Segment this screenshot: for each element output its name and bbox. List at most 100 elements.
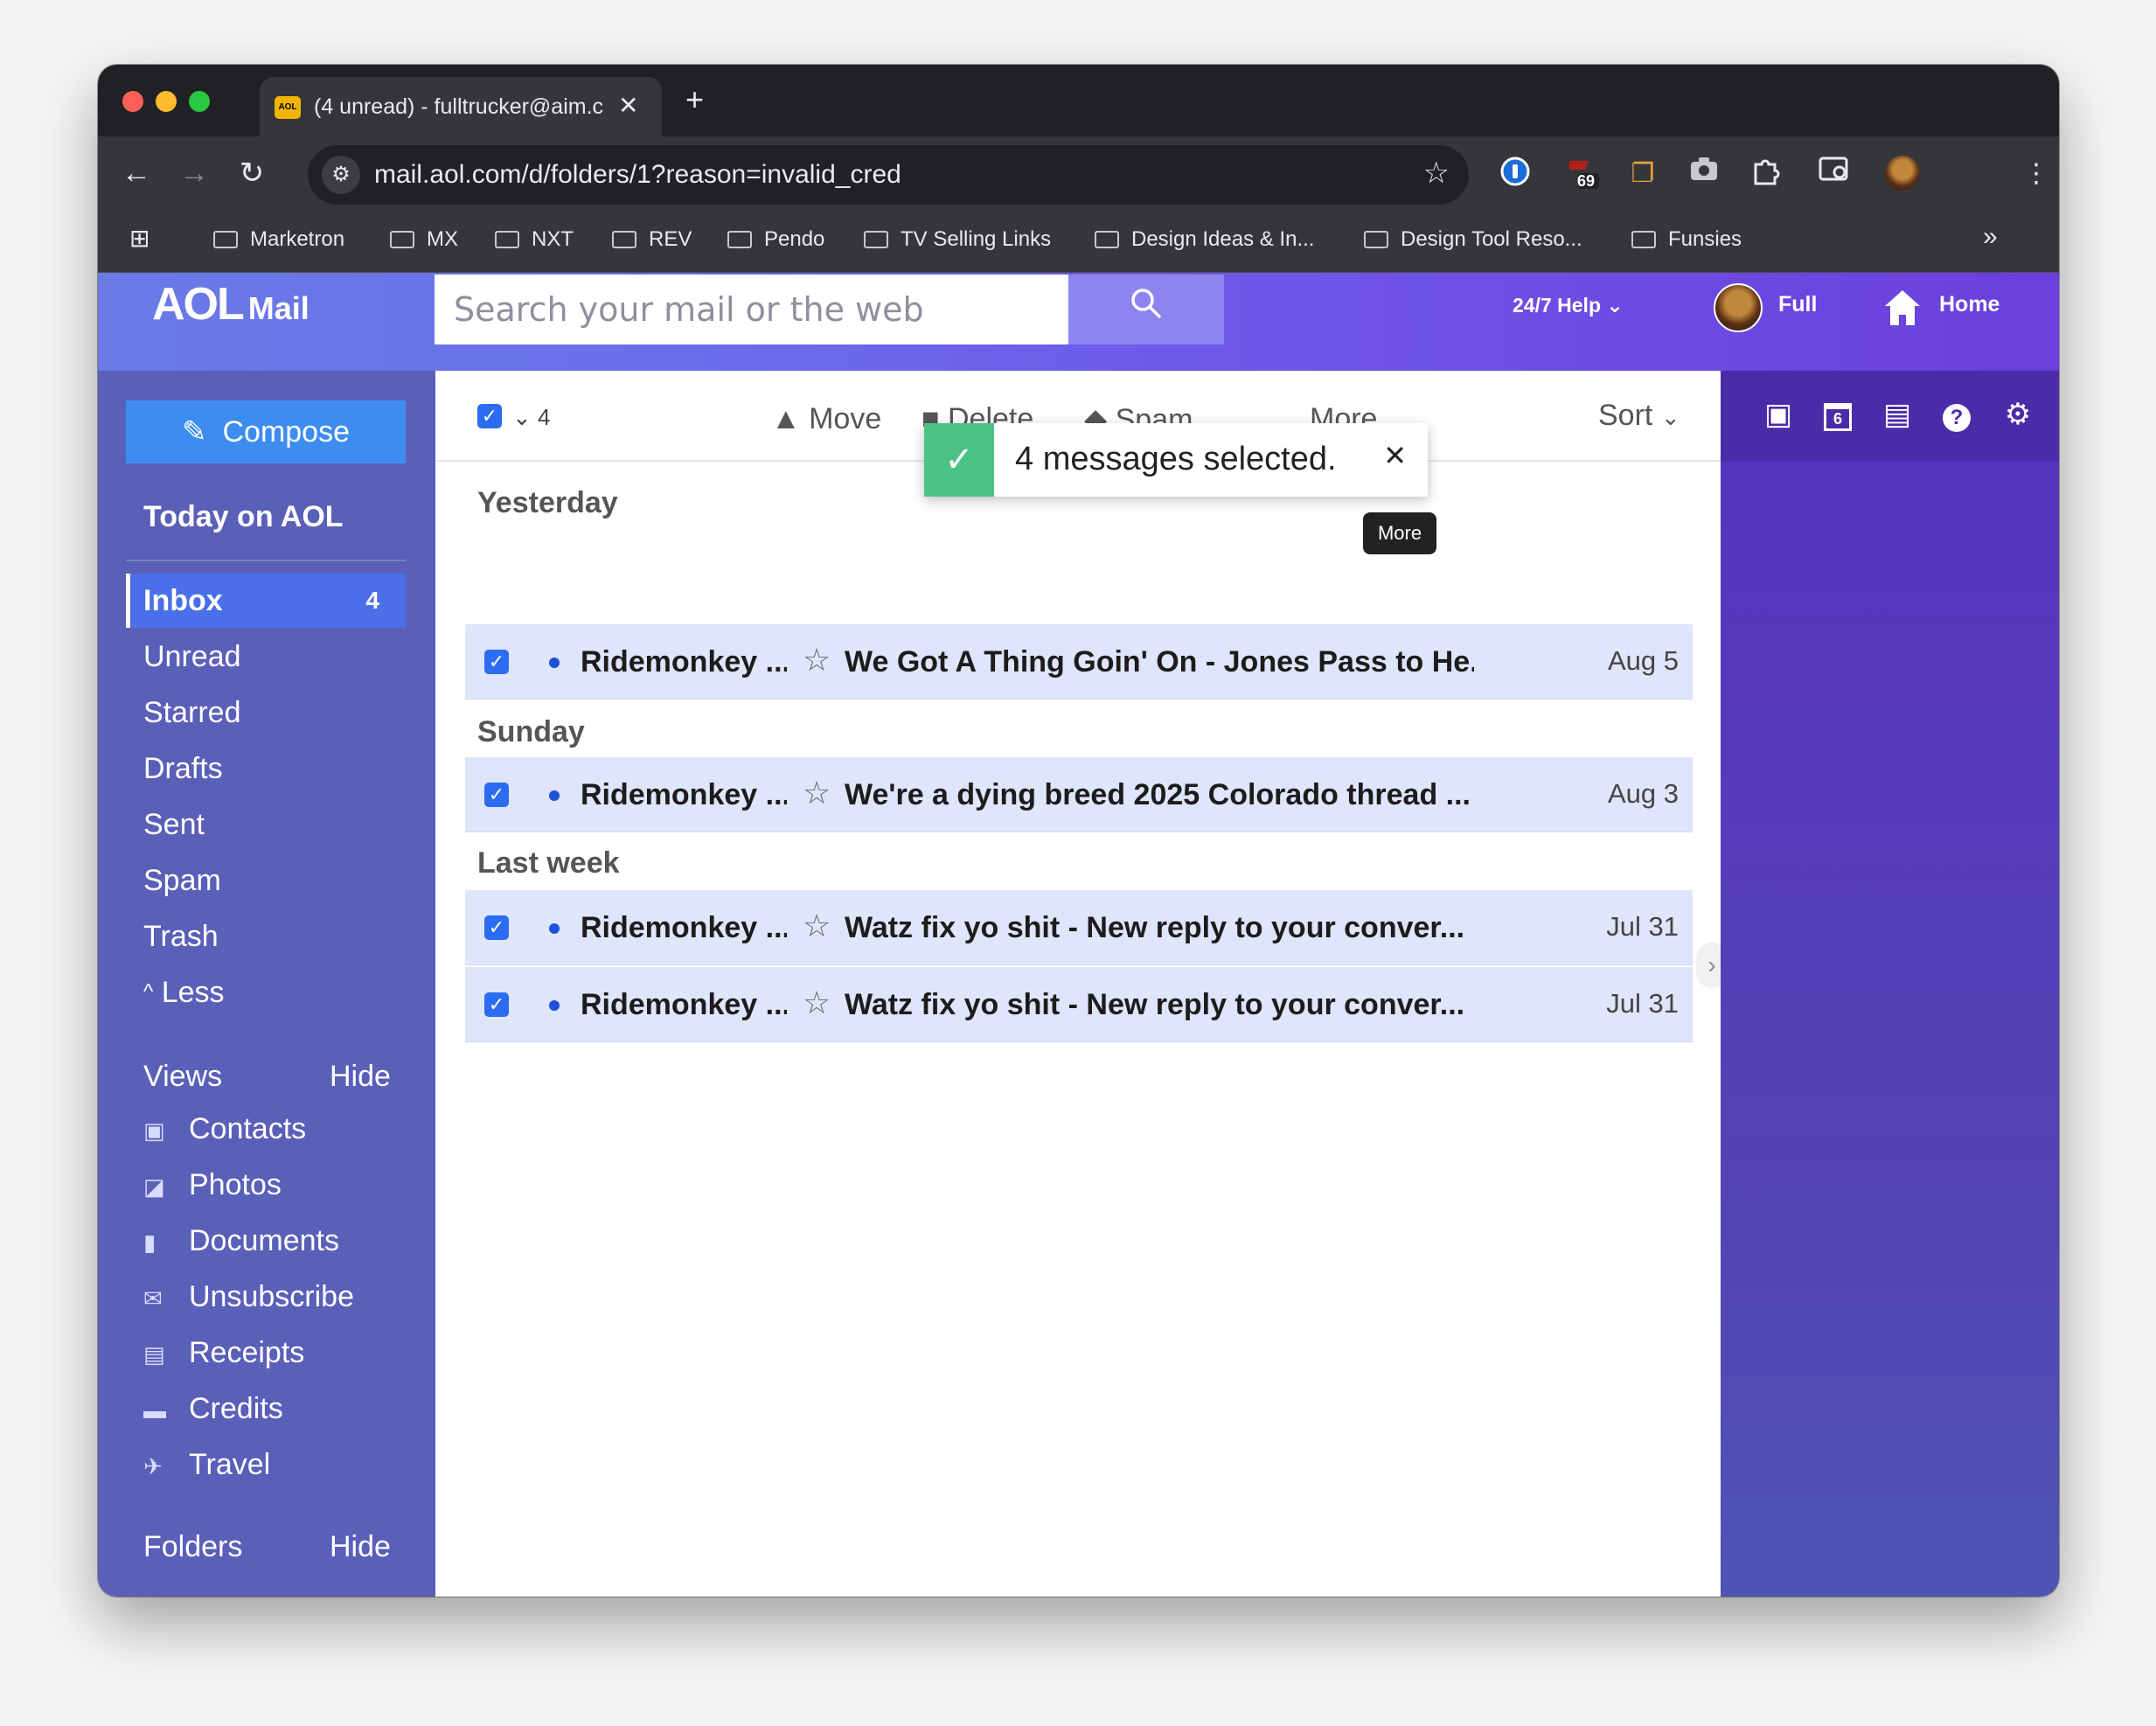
contacts-icon: ▣	[143, 1117, 165, 1144]
bookmark-label: TV Selling Links	[901, 227, 1052, 251]
reload-button[interactable]: ↻	[233, 154, 271, 192]
site-settings-icon[interactable]: ⚙	[322, 156, 360, 194]
calendar-icon[interactable]: 6	[1820, 397, 1855, 432]
tab-search-icon[interactable]	[1817, 156, 1853, 192]
close-window-button[interactable]	[122, 91, 143, 112]
aol-mail-logo[interactable]: AOL Mail	[152, 278, 309, 331]
window-extension-icon[interactable]: ❐	[1624, 156, 1661, 192]
move-button[interactable]: ▲ Move	[771, 402, 881, 436]
browser-menu-icon[interactable]: ⋮	[2018, 156, 2055, 192]
sidebar-item-starred[interactable]: Starred	[126, 686, 406, 740]
contacts-icon[interactable]: ▣	[1761, 397, 1796, 432]
sidebar-item-less[interactable]: ^ Less	[126, 965, 406, 1020]
bookmark-star-icon[interactable]: ☆	[1423, 156, 1450, 191]
bookmark-folder-marketron[interactable]: Marketron	[213, 227, 344, 252]
bookmark-folder-design-tool[interactable]: Design Tool Reso...	[1364, 227, 1582, 252]
message-checkbox[interactable]: ✓	[484, 915, 509, 940]
browser-tab[interactable]: AOL (4 unread) - fulltrucker@aim.com ✕	[260, 77, 662, 136]
view-unsubscribe[interactable]: ✉ Unsubscribe	[143, 1280, 354, 1314]
forward-button[interactable]: →	[175, 154, 213, 192]
message-list-pane: ✓ ⌄ 4 ▲ Move ■ Delete ◆ Spam More Sort ⌄…	[435, 371, 1728, 1597]
tab-close-icon[interactable]: ✕	[618, 91, 638, 120]
sort-button[interactable]: Sort ⌄	[1598, 399, 1680, 433]
star-icon[interactable]: ☆	[803, 985, 831, 1021]
message-row[interactable]: ✓ Ridemonkey ... ☆ Watz fix yo shit - Ne…	[465, 890, 1693, 965]
new-tab-button[interactable]: +	[685, 84, 704, 115]
home-icon[interactable]	[1881, 287, 1923, 329]
user-name[interactable]: Full	[1778, 292, 1817, 317]
view-label: Travel	[189, 1448, 271, 1481]
address-bar[interactable]: ⚙ mail.aol.com/d/folders/1?reason=invali…	[308, 145, 1469, 205]
user-avatar[interactable]	[1714, 283, 1763, 332]
sidebar-item-inbox[interactable]: Inbox 4	[126, 574, 406, 628]
view-receipts[interactable]: ▤ Receipts	[143, 1336, 304, 1370]
help-menu[interactable]: 24/7 Help ⌄	[1513, 294, 1624, 317]
more-bookmarks-icon[interactable]: »	[1983, 222, 1998, 252]
minimize-window-button[interactable]	[156, 91, 177, 112]
receipts-icon: ▤	[143, 1341, 165, 1368]
help-icon[interactable]: ?	[1939, 397, 1974, 432]
browser-toolbar: ← → ↻ ⚙ mail.aol.com/d/folders/1?reason=…	[98, 136, 2059, 212]
inbox-unread-count: 4	[365, 587, 379, 614]
notepad-icon[interactable]: ▤	[1880, 397, 1915, 432]
bookmark-folder-design-ideas[interactable]: Design Ideas & In...	[1095, 227, 1314, 252]
view-documents[interactable]: ▮ Documents	[143, 1224, 339, 1258]
message-row[interactable]: ✓ Ridemonkey ... ☆ We Got A Thing Goin' …	[465, 624, 1693, 699]
view-travel[interactable]: ✈ Travel	[143, 1448, 270, 1482]
close-icon[interactable]: ✕	[1383, 439, 1407, 472]
bookmark-label: Design Tool Reso...	[1401, 227, 1582, 251]
extensions-puzzle-icon[interactable]	[1747, 156, 1784, 192]
url-text: mail.aol.com/d/folders/1?reason=invalid_…	[374, 160, 901, 189]
bookmark-folder-mx[interactable]: MX	[390, 227, 458, 252]
tab-title: (4 unread) - fulltrucker@aim.com	[314, 94, 602, 119]
sidebar-item-spam[interactable]: Spam	[126, 853, 406, 908]
extension-badge-count: 69	[1577, 172, 1596, 190]
message-subject: We're a dying breed 2025 Colorado thread…	[845, 778, 1471, 811]
message-row[interactable]: ✓ Ridemonkey ... ☆ We're a dying breed 2…	[465, 757, 1693, 832]
bookmark-folder-pendo[interactable]: Pendo	[727, 227, 824, 252]
message-checkbox[interactable]: ✓	[484, 650, 509, 674]
bookmark-folder-nxt[interactable]: NXT	[495, 227, 574, 252]
back-button[interactable]: ←	[117, 154, 156, 192]
view-contacts[interactable]: ▣ Contacts	[143, 1112, 306, 1146]
unread-dot-icon	[549, 790, 560, 801]
profile-avatar-icon[interactable]	[1885, 156, 1922, 192]
camera-extension-icon[interactable]	[1686, 156, 1722, 192]
home-link[interactable]: Home	[1939, 292, 2000, 317]
star-icon[interactable]: ☆	[803, 908, 831, 944]
group-header-last-week: Last week	[477, 846, 620, 880]
message-row[interactable]: ✓ Ridemonkey ... ☆ Watz fix yo shit - Ne…	[465, 967, 1693, 1042]
sidebar-item-drafts[interactable]: Drafts	[126, 741, 406, 796]
extension-badge-icon[interactable]: 69	[1563, 156, 1600, 192]
views-hide-link[interactable]: Hide	[330, 1060, 391, 1094]
message-date: Jul 31	[1606, 911, 1679, 942]
message-checkbox[interactable]: ✓	[484, 992, 509, 1017]
sidebar-item-unread[interactable]: Unread	[126, 630, 406, 684]
folders-hide-link[interactable]: Hide	[330, 1530, 391, 1564]
move-icon: ▲	[771, 402, 801, 435]
star-icon[interactable]: ☆	[803, 775, 831, 811]
password-manager-icon[interactable]	[1497, 156, 1534, 192]
chevron-up-icon: ^	[143, 980, 154, 1004]
folder-icon	[390, 231, 414, 248]
select-all-checkbox[interactable]: ✓	[477, 404, 502, 428]
today-on-aol-link[interactable]: Today on AOL	[143, 500, 344, 534]
view-photos[interactable]: ◪ Photos	[143, 1168, 282, 1202]
bookmark-folder-funsies[interactable]: Funsies	[1631, 227, 1742, 252]
search-input[interactable]	[435, 275, 1068, 345]
sidebar-item-sent[interactable]: Sent	[126, 797, 406, 852]
view-credits[interactable]: ▬ Credits	[143, 1392, 283, 1426]
star-icon[interactable]: ☆	[803, 642, 831, 679]
bookmark-folder-rev[interactable]: REV	[612, 227, 692, 252]
search-button[interactable]	[1068, 275, 1224, 345]
selection-dropdown[interactable]: ⌄ 4	[512, 404, 551, 431]
zoom-window-button[interactable]	[189, 91, 210, 112]
sidebar-item-trash[interactable]: Trash	[126, 909, 406, 964]
settings-gear-icon[interactable]: ⚙	[2000, 397, 2035, 432]
compose-button[interactable]: ✎ Compose	[126, 400, 406, 463]
bookmark-folder-tv-selling-links[interactable]: TV Selling Links	[864, 227, 1051, 252]
view-label: Contacts	[189, 1112, 307, 1145]
group-header-sunday: Sunday	[477, 715, 585, 748]
message-checkbox[interactable]: ✓	[484, 783, 509, 807]
apps-grid-icon[interactable]: ⊞	[129, 224, 150, 253]
